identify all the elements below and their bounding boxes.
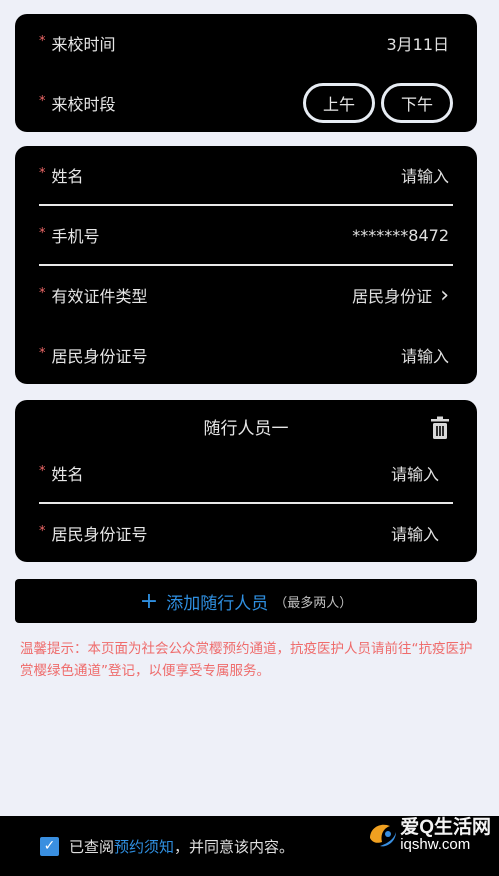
companion-title: 随行人员一: [203, 419, 289, 439]
divider: [39, 264, 453, 266]
name-label-wrap: * 姓名: [39, 163, 84, 187]
companion-name-label: 姓名: [51, 465, 84, 484]
visit-date-row[interactable]: * 来校时间 3月11日: [15, 18, 477, 68]
companion-name-label-wrap: * 姓名: [39, 461, 84, 485]
required-star-icon: *: [39, 463, 46, 479]
chevron-right-icon: ›: [440, 282, 449, 308]
divider: [39, 204, 453, 206]
agree-prefix: 已查阅: [69, 837, 115, 856]
visit-period-label: 来校时段: [51, 95, 116, 114]
visit-period-row: * 来校时段 上午 下午: [15, 78, 477, 128]
watermark-cn: 爱Q生活网: [400, 817, 491, 838]
notice-link[interactable]: 预约须知: [114, 836, 174, 857]
visit-period-label-wrap: * 来校时段: [39, 91, 116, 115]
phone-row[interactable]: * 手机号 *******8472: [15, 210, 477, 260]
id-number-input[interactable]: 请输入: [401, 343, 449, 367]
visit-time-card: * 来校时间 3月11日 * 来校时段 上午 下午: [15, 14, 477, 132]
name-row[interactable]: * 姓名 请输入: [15, 150, 477, 200]
period-options: 上午 下午: [303, 83, 453, 123]
id-type-label-wrap: * 有效证件类型: [39, 283, 148, 307]
checkmark-icon: ✓: [43, 838, 56, 854]
watermark-logo-icon: [370, 824, 397, 847]
period-afternoon-button[interactable]: 下午: [381, 83, 453, 123]
required-star-icon: *: [39, 225, 46, 241]
id-number-label: 居民身份证号: [51, 347, 148, 366]
id-type-select[interactable]: 居民身份证 ›: [352, 283, 449, 308]
warm-tip: 温馨提示：本页面为社会公众赏樱预约通道，抗疫医护人员请前往“抗疫医护赏樱绿色通道…: [20, 641, 473, 679]
required-star-icon: *: [39, 345, 46, 361]
name-label: 姓名: [51, 167, 84, 186]
agree-checkbox[interactable]: ✓: [40, 836, 59, 856]
add-companion-note: （最多两人）: [274, 595, 353, 611]
phone-value[interactable]: *******8472: [352, 226, 449, 245]
visit-date-label-wrap: * 来校时间: [39, 31, 116, 55]
watermark-url: iqshw.com: [400, 836, 471, 853]
phone-label: 手机号: [51, 227, 100, 246]
required-star-icon: *: [39, 165, 46, 181]
name-input[interactable]: 请输入: [401, 163, 449, 187]
required-star-icon: *: [39, 33, 46, 49]
id-number-row[interactable]: * 居民身份证号 请输入: [15, 330, 477, 380]
id-type-value: 居民身份证: [352, 287, 433, 306]
visitor-info-card: * 姓名 请输入 * 手机号 *******8472 * 有效证件类型 居民身份…: [15, 146, 477, 384]
companion-id-input[interactable]: 请输入: [391, 521, 439, 545]
companion-id-label: 居民身份证号: [51, 525, 148, 544]
period-morning-button[interactable]: 上午: [303, 83, 375, 123]
id-type-row[interactable]: * 有效证件类型 居民身份证 ›: [15, 270, 477, 320]
visit-date-value[interactable]: 3月11日: [386, 31, 449, 55]
companion-name-row[interactable]: * 姓名 请输入: [15, 448, 477, 498]
companion-id-row[interactable]: * 居民身份证号 请输入: [15, 508, 477, 558]
required-star-icon: *: [39, 285, 46, 301]
companion-card: 随行人员一 * 姓名 请输入 * 居民身份证号 请输入: [15, 400, 477, 562]
id-number-label-wrap: * 居民身份证号: [39, 343, 148, 367]
add-companion-button[interactable]: + 添加随行人员 （最多两人）: [15, 579, 477, 623]
watermark-text: 爱Q生活网 iqshw.com: [400, 818, 491, 852]
visit-date-label: 来校时间: [51, 35, 116, 54]
required-star-icon: *: [39, 523, 46, 539]
add-companion-label: 添加随行人员: [166, 593, 269, 614]
divider: [39, 502, 453, 504]
watermark: 爱Q生活网 iqshw.com: [366, 818, 491, 852]
phone-label-wrap: * 手机号: [39, 223, 100, 247]
companion-name-input[interactable]: 请输入: [391, 461, 439, 485]
trash-icon[interactable]: [429, 416, 451, 440]
id-type-label: 有效证件类型: [51, 287, 148, 306]
required-star-icon: *: [39, 93, 46, 109]
companion-id-label-wrap: * 居民身份证号: [39, 521, 148, 545]
agree-suffix: ，并同意该内容。: [174, 837, 295, 856]
plus-icon: +: [139, 588, 159, 614]
